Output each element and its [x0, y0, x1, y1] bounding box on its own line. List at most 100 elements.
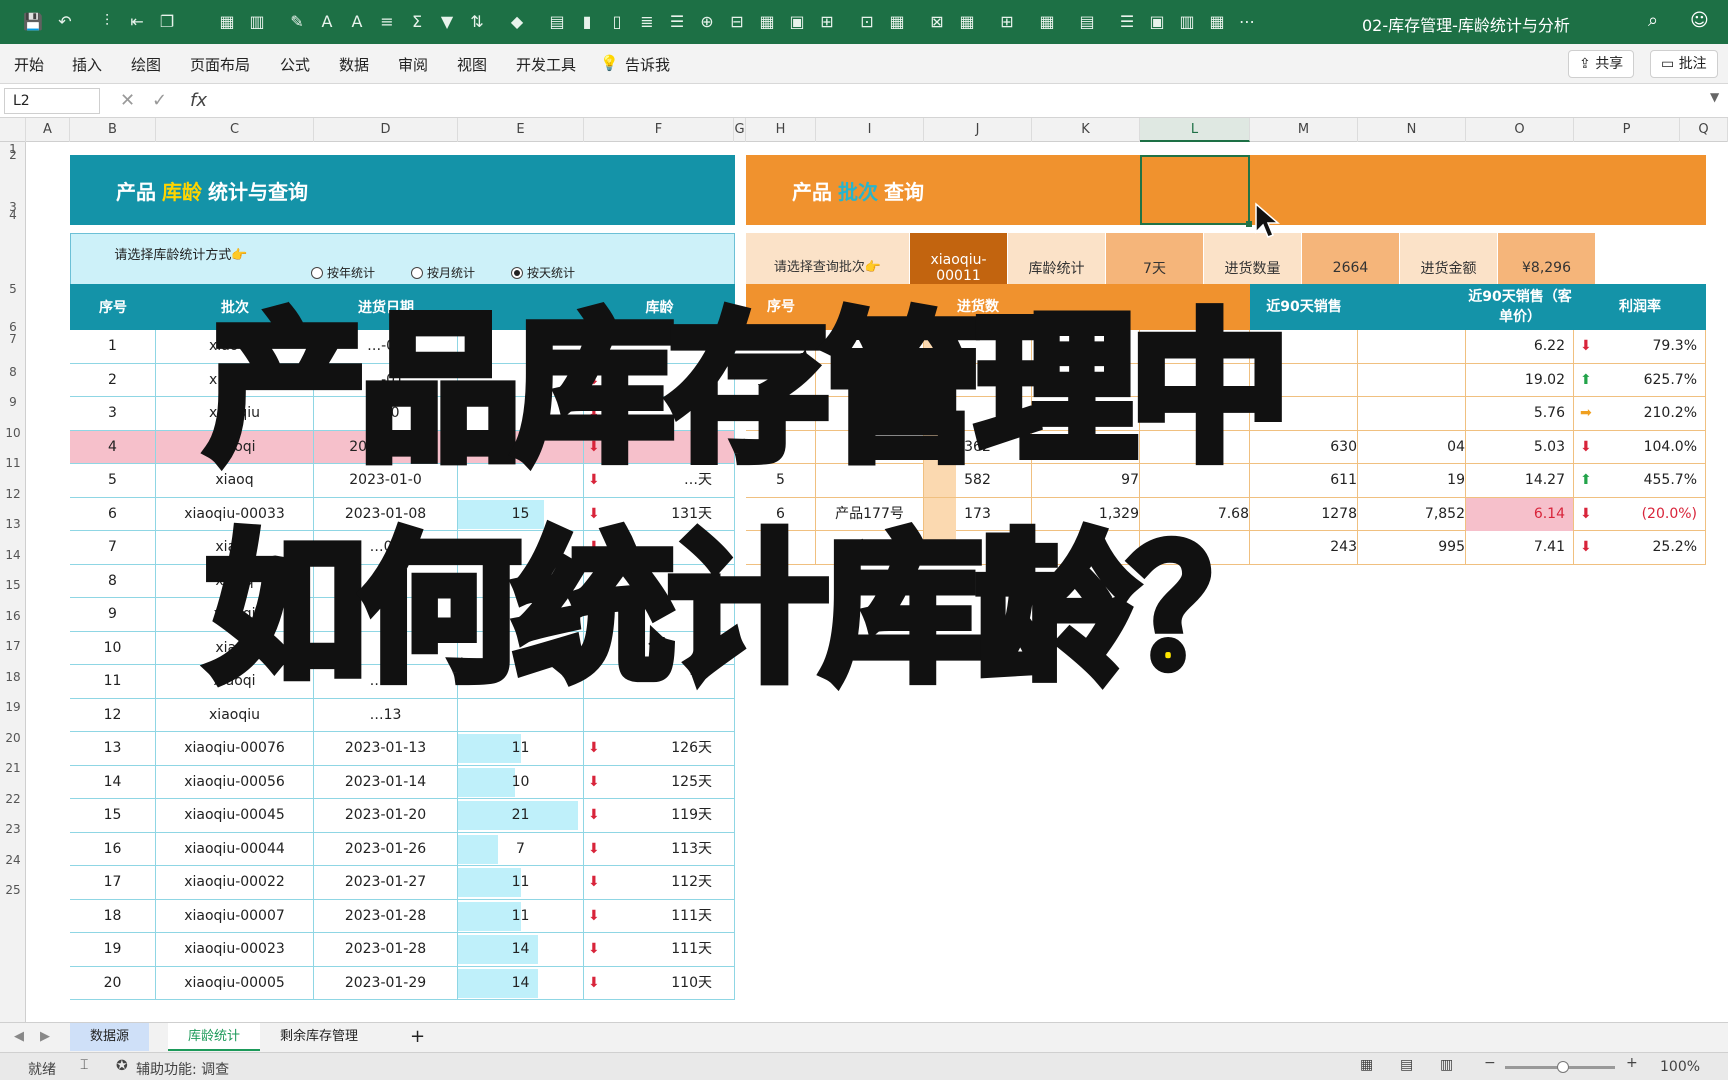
- col-d[interactable]: D: [314, 118, 458, 142]
- normal-view-icon[interactable]: ▦: [1360, 1057, 1373, 1073]
- menu-data[interactable]: 数据: [339, 54, 369, 75]
- row-header[interactable]: 7: [0, 332, 26, 346]
- menu-insert[interactable]: 插入: [72, 54, 102, 75]
- view-icon[interactable]: ▤: [1076, 10, 1098, 32]
- col-f[interactable]: F: [584, 118, 734, 142]
- row-header[interactable]: 5: [0, 282, 26, 296]
- bullet-icon[interactable]: ☰: [1116, 10, 1138, 32]
- cancel-icon[interactable]: ✕: [120, 90, 135, 111]
- center-icon[interactable]: ⊕: [696, 10, 718, 32]
- row-header[interactable]: 8: [0, 365, 26, 379]
- border-icon[interactable]: ▦: [956, 10, 978, 32]
- add-sheet-button[interactable]: +: [390, 1023, 445, 1051]
- row-header[interactable]: 21: [0, 761, 26, 775]
- accessibility-icon[interactable]: ✪: [116, 1058, 128, 1074]
- zoom-level[interactable]: 100%: [1660, 1059, 1700, 1075]
- table-row[interactable]: 12 xiaoqiu …13: [70, 698, 735, 732]
- zoom-slider[interactable]: [1505, 1061, 1615, 1073]
- table-row[interactable]: 18 xiaoqiu-00007 2023-01-28 11 ⬇ 111天: [70, 899, 735, 933]
- macro-icon[interactable]: ⌶: [80, 1057, 88, 1073]
- col-l[interactable]: L: [1140, 118, 1250, 142]
- row-header[interactable]: 22: [0, 792, 26, 806]
- share-button[interactable]: ⇪ 共享: [1568, 50, 1635, 78]
- save-icon[interactable]: 💾: [22, 10, 44, 32]
- align-left-icon[interactable]: ≣: [636, 10, 658, 32]
- row-header[interactable]: 20: [0, 731, 26, 745]
- window-icon[interactable]: ▣: [1146, 10, 1168, 32]
- row-header[interactable]: 19: [0, 700, 26, 714]
- format-painter-icon[interactable]: ⫶: [96, 10, 118, 32]
- table-row[interactable]: 16 xiaoqiu-00044 2023-01-26 7 ⬇ 113天: [70, 832, 735, 866]
- page-break-icon[interactable]: ▥: [1440, 1057, 1453, 1073]
- column-icon[interactable]: ▯: [606, 10, 628, 32]
- confirm-icon[interactable]: ✓: [152, 90, 167, 111]
- row-header[interactable]: 25: [0, 883, 26, 897]
- row-header[interactable]: 9: [0, 395, 26, 409]
- row-header[interactable]: 12: [0, 487, 26, 501]
- function-icon[interactable]: fx: [190, 90, 207, 111]
- sheet-icon[interactable]: ▦: [756, 10, 778, 32]
- prev-sheet-icon[interactable]: ◀: [14, 1029, 24, 1044]
- tab-remaining-stock[interactable]: 剩余库存管理: [260, 1023, 378, 1051]
- indent-icon[interactable]: ⇤: [126, 10, 148, 32]
- menu-tell-me[interactable]: 告诉我: [625, 54, 670, 75]
- page-layout-icon[interactable]: ▤: [1400, 1057, 1413, 1073]
- table-row[interactable]: 15 xiaoqiu-00045 2023-01-20 21 ⬇ 119天: [70, 799, 735, 833]
- font-shrink-icon[interactable]: A: [346, 10, 368, 32]
- row-header[interactable]: 10: [0, 426, 26, 440]
- sort-icon[interactable]: ⇅: [466, 10, 488, 32]
- col-n[interactable]: N: [1358, 118, 1466, 142]
- col-b[interactable]: B: [70, 118, 156, 142]
- row-header[interactable]: 11: [0, 456, 26, 470]
- panel-icon[interactable]: ▥: [1176, 10, 1198, 32]
- expand-icon[interactable]: ▼: [1710, 90, 1719, 104]
- row-header[interactable]: 17: [0, 639, 26, 653]
- zoom-out-icon[interactable]: −: [1484, 1055, 1496, 1071]
- doc-icon[interactable]: ▣: [786, 10, 808, 32]
- insert-icon[interactable]: ⊡: [856, 10, 878, 32]
- list-icon[interactable]: ☰: [666, 10, 688, 32]
- name-box[interactable]: L2: [4, 88, 100, 114]
- row-header[interactable]: 16: [0, 609, 26, 623]
- table-row[interactable]: 20 xiaoqiu-00005 2023-01-29 14 ⬇ 110天: [70, 966, 735, 1000]
- row-header[interactable]: 23: [0, 822, 26, 836]
- col-g[interactable]: G: [734, 118, 746, 142]
- search-icon[interactable]: ⌕: [1648, 10, 1658, 31]
- pivot-icon[interactable]: ⊞: [816, 10, 838, 32]
- more-icon[interactable]: ⋯: [1236, 10, 1258, 32]
- zoom-in-icon[interactable]: +: [1626, 1055, 1638, 1071]
- chart-icon[interactable]: ▤: [546, 10, 568, 32]
- row-header[interactable]: 4: [0, 208, 26, 222]
- col-a[interactable]: A: [26, 118, 70, 142]
- col-e[interactable]: E: [458, 118, 584, 142]
- selected-cell[interactable]: [1140, 155, 1252, 227]
- select-all[interactable]: [0, 118, 26, 142]
- menu-home[interactable]: 开始: [14, 54, 44, 75]
- brush-icon[interactable]: ✎: [286, 10, 308, 32]
- row-header[interactable]: 13: [0, 517, 26, 531]
- radio-by-month[interactable]: 按月统计: [411, 264, 475, 281]
- col-j[interactable]: J: [924, 118, 1032, 142]
- col-c[interactable]: C: [156, 118, 314, 142]
- next-sheet-icon[interactable]: ▶: [40, 1029, 50, 1044]
- comment-button[interactable]: ▭ 批注: [1650, 50, 1718, 78]
- row-header[interactable]: 15: [0, 578, 26, 592]
- menu-formulas[interactable]: 公式: [280, 54, 310, 75]
- layout-icon[interactable]: ⊞: [996, 10, 1018, 32]
- table-row[interactable]: 14 xiaoqiu-00056 2023-01-14 10 ⬇ 125天: [70, 765, 735, 799]
- radio-by-day[interactable]: 按天统计: [511, 264, 575, 281]
- filter-icon[interactable]: ▼: [436, 10, 458, 32]
- menu-developer[interactable]: 开发工具: [516, 54, 576, 75]
- calendar-icon[interactable]: ▦: [1206, 10, 1228, 32]
- table-row[interactable]: 19 xiaoqiu-00023 2023-01-28 14 ⬇ 111天: [70, 933, 735, 967]
- col-i[interactable]: I: [816, 118, 924, 142]
- accessibility-status[interactable]: 辅助功能: 调查: [136, 1059, 229, 1079]
- col-q[interactable]: Q: [1680, 118, 1728, 142]
- user-icon[interactable]: ☺: [1690, 10, 1709, 31]
- row-header[interactable]: 2: [0, 148, 26, 162]
- table-icon[interactable]: ▦: [216, 10, 238, 32]
- col-m[interactable]: M: [1250, 118, 1358, 142]
- col-o[interactable]: O: [1466, 118, 1574, 142]
- bar-chart-icon[interactable]: ▮: [576, 10, 598, 32]
- split-icon[interactable]: ⊟: [726, 10, 748, 32]
